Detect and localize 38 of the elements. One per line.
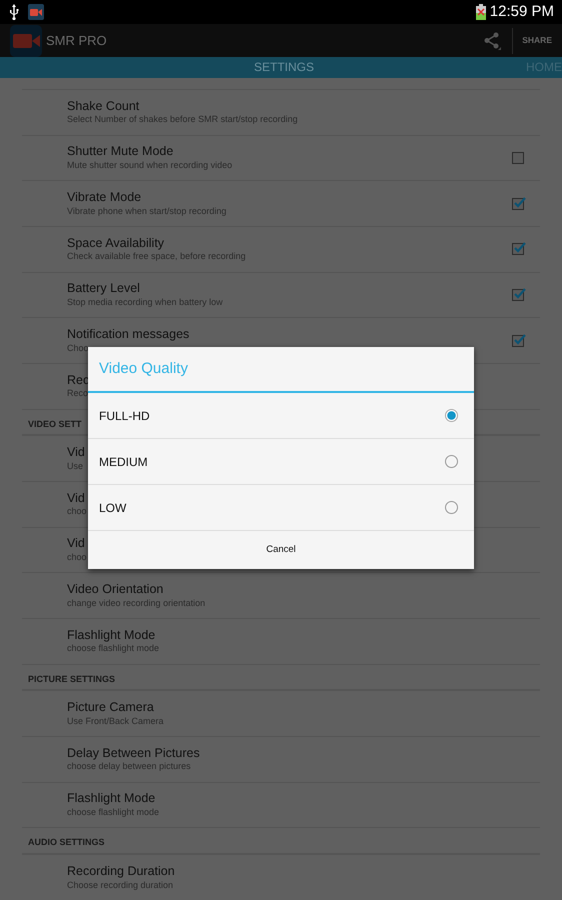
radio-button[interactable] <box>445 501 458 514</box>
setting-title: Flashlight Mode <box>67 791 156 807</box>
setting-title: Shake Count <box>67 98 140 114</box>
section-header: PICTURE SETTINGS <box>22 664 540 692</box>
setting-title: Notification messages <box>67 327 190 343</box>
setting-title: Picture Camera <box>67 700 154 716</box>
setting-title: Delay Between Pictures <box>67 746 200 762</box>
checkbox[interactable] <box>512 243 524 256</box>
radio-button[interactable] <box>445 409 458 422</box>
quality-option[interactable]: FULL-HD <box>88 393 474 439</box>
setting-title: Vid <box>67 490 85 506</box>
checkbox[interactable] <box>512 334 524 347</box>
section-header: AUDIO SETTINGS <box>22 828 540 855</box>
usb-icon <box>8 4 20 20</box>
clock-time: 12:59 PM <box>490 2 554 22</box>
setting-title: Recording Duration <box>67 864 175 880</box>
setting-title: Flashlight Mode <box>67 628 156 644</box>
radio-button[interactable] <box>445 455 458 468</box>
video-camera-icon <box>28 4 44 20</box>
dialog-title: Video Quality <box>88 347 474 393</box>
app-logo-icon <box>10 24 42 56</box>
checkbox[interactable] <box>512 289 524 302</box>
setting-title: Vid <box>67 536 85 552</box>
setting-title: Video Orientation <box>67 582 164 598</box>
checkbox[interactable] <box>512 198 524 210</box>
setting-title: Vibrate Mode <box>67 190 142 206</box>
app-title: SMR PRO <box>46 32 107 50</box>
share-icon[interactable] <box>483 32 502 50</box>
battery-icon <box>476 4 486 20</box>
setting-title: Space Availability <box>67 236 164 252</box>
setting-title: Battery Level <box>67 281 140 298</box>
checkbox[interactable] <box>512 152 524 164</box>
cancel-button[interactable]: Cancel <box>88 531 474 569</box>
setting-title: Rec <box>67 372 90 388</box>
quality-option[interactable]: MEDIUM <box>88 439 474 485</box>
setting-title: Shutter Mute Mode <box>67 144 174 160</box>
setting-title: Vid <box>67 445 85 461</box>
quality-option[interactable]: LOW <box>88 485 474 531</box>
